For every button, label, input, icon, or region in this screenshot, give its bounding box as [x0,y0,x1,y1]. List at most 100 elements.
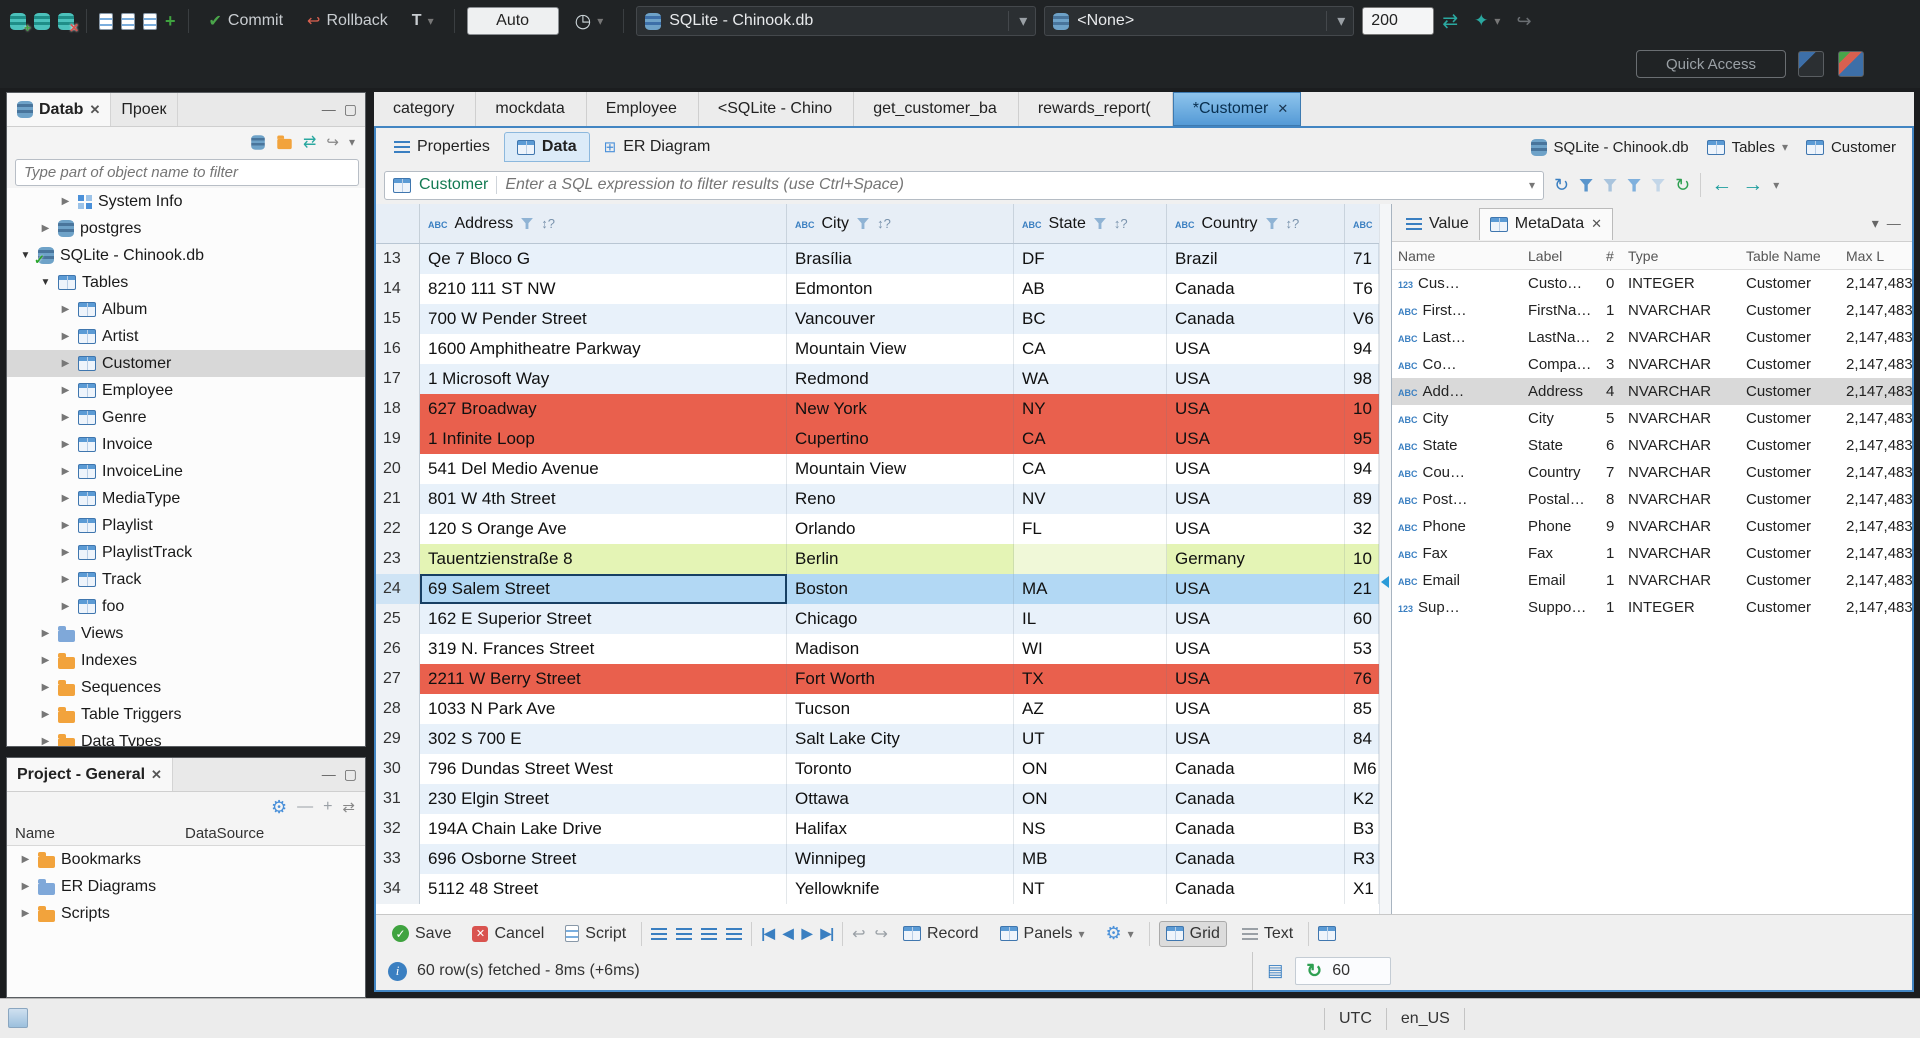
cell-postalcode-clipped[interactable]: 94 [1345,454,1379,484]
disconnect-icon[interactable]: ✕ [58,12,79,35]
cell-postalcode-clipped[interactable]: V6 [1345,304,1379,334]
cell-address[interactable]: 541 Del Medio Avenue [420,454,787,484]
cell-city[interactable]: Reno [787,484,1014,514]
metadata-table-cell[interactable]: Customer [1740,518,1840,535]
tree-item[interactable]: Playlist [7,512,365,539]
column-header-table-name[interactable]: Table Name [1740,248,1840,264]
tab-project-general[interactable]: Project - General ✕ [7,758,173,791]
cancel-button[interactable]: Cancel [466,922,550,946]
cell-postalcode-clipped[interactable]: 10 [1345,544,1379,574]
column-header-city[interactable]: City ↕? [787,204,1014,243]
close-icon[interactable]: ✕ [89,102,100,118]
metadata-label-cell[interactable]: Compa… [1522,356,1600,373]
row-number[interactable]: 30 [376,754,420,784]
column-header-label[interactable]: Label [1522,248,1600,264]
cell-postalcode-clipped[interactable]: 21 [1345,574,1379,604]
tree-item[interactable]: Genre [7,404,365,431]
cell-address[interactable]: 120 S Orange Ave [420,514,787,544]
cell-postalcode-clipped[interactable]: 89 [1345,484,1379,514]
expander-arrow-icon[interactable] [59,331,72,342]
cell-city[interactable]: Edmonton [787,274,1014,304]
cell-country[interactable]: USA [1167,724,1345,754]
cell-country[interactable]: USA [1167,424,1345,454]
cell-country[interactable]: Canada [1167,784,1345,814]
tree-item[interactable]: Scripts [7,900,365,927]
grid-corner-cell[interactable] [376,204,420,243]
locale-indicator[interactable]: en_US [1401,1010,1450,1028]
new-sql-editor-icon[interactable] [143,12,157,30]
row-number[interactable]: 28 [376,694,420,724]
editor-tab[interactable]: category [374,92,477,126]
metadata-maxlength-cell[interactable]: 2,147,483 [1840,545,1912,562]
metadata-type-cell[interactable]: INTEGER [1622,599,1740,616]
cell-state[interactable]: AZ [1014,694,1167,724]
cell-postalcode-clipped[interactable]: 95 [1345,424,1379,454]
remove-filter-icon[interactable] [1603,178,1618,192]
column-header-max-length[interactable]: Max L [1840,248,1912,264]
row-number[interactable]: 22 [376,514,420,544]
script-button[interactable]: Script [559,922,632,946]
editor-tab[interactable]: get_customer_ba [854,92,1019,126]
metadata-row[interactable]: Email Email 1 NVARCHAR Customer 2,147,48… [1392,567,1913,594]
metadata-name-cell[interactable]: Phone [1392,518,1522,535]
row-number[interactable]: 27 [376,664,420,694]
metadata-label-cell[interactable]: Fax [1522,545,1600,562]
tree-item[interactable]: Sequences [7,674,365,701]
expander-arrow-icon[interactable] [59,520,72,531]
cell-country[interactable]: Canada [1167,844,1345,874]
tree-item[interactable]: Track [7,566,365,593]
tree-item[interactable]: Tables [7,269,365,296]
panels-button[interactable]: Panels ▾ [994,922,1091,946]
cell-state[interactable]: FL [1014,514,1167,544]
tree-item[interactable]: Artist [7,323,365,350]
gear-icon[interactable]: ⚙ [271,797,287,818]
metadata-ordinal-cell[interactable]: 7 [1600,464,1622,481]
open-perspective-icon[interactable] [1798,51,1824,77]
cell-city[interactable]: Halifax [787,814,1014,844]
new-folder-icon[interactable] [277,135,292,150]
metadata-table-cell[interactable]: Customer [1740,437,1840,454]
cell-postalcode-clipped[interactable]: T6 [1345,274,1379,304]
metadata-maxlength-cell[interactable]: 2,147,483 [1840,410,1912,427]
dbeaver-perspective-icon[interactable] [1838,51,1864,77]
tree-item[interactable]: PlaylistTrack [7,539,365,566]
cell-postalcode-clipped[interactable]: M6 [1345,754,1379,784]
metadata-label-cell[interactable]: City [1522,410,1600,427]
row-number[interactable]: 34 [376,874,420,904]
fetch-next-page-icon[interactable]: ↩ [852,924,865,944]
metadata-maxlength-cell[interactable]: 2,147,483 [1840,329,1912,346]
cell-country[interactable]: USA [1167,514,1345,544]
metadata-type-cell[interactable]: NVARCHAR [1622,491,1740,508]
row-number[interactable]: 26 [376,634,420,664]
metadata-type-cell[interactable]: NVARCHAR [1622,518,1740,535]
cell-city[interactable]: Yellowknife [787,874,1014,904]
expander-arrow-icon[interactable] [39,628,52,639]
cell-address[interactable]: 194A Chain Lake Drive [420,814,787,844]
cell-address[interactable]: Qe 7 Bloco G [420,244,787,274]
expander-arrow-icon[interactable] [19,250,32,261]
expander-arrow-icon[interactable] [39,655,52,666]
cell-postalcode-clipped[interactable]: 60 [1345,604,1379,634]
metadata-ordinal-cell[interactable]: 6 [1600,437,1622,454]
metadata-maxlength-cell[interactable]: 2,147,483 [1840,383,1912,400]
metadata-type-cell[interactable]: NVARCHAR [1622,383,1740,400]
rollback-button[interactable]: ↩ Rollback [299,7,396,35]
add-row-icon[interactable] [676,927,693,940]
cell-city[interactable]: Vancouver [787,304,1014,334]
cell-city[interactable]: Madison [787,634,1014,664]
metadata-row[interactable]: Sup… Suppo… 1 INTEGER Customer 2,147,483 [1392,594,1912,621]
column-header-name[interactable]: Name [1392,248,1522,264]
tree-item[interactable]: InvoiceLine [7,458,365,485]
cell-address[interactable]: 796 Dundas Street West [420,754,787,784]
editor-tab[interactable]: <SQLite - Chino [699,92,855,126]
cell-country[interactable]: USA [1167,694,1345,724]
quick-access-button[interactable]: Quick Access [1636,50,1786,78]
sort-icon[interactable]: ↕? [541,216,555,231]
metadata-label-cell[interactable]: Phone [1522,518,1600,535]
cell-state[interactable]: NT [1014,874,1167,904]
expand-all-icon[interactable]: + [323,798,332,816]
metadata-ordinal-cell[interactable]: 0 [1600,275,1622,292]
cell-city[interactable]: Chicago [787,604,1014,634]
cell-state[interactable]: WI [1014,634,1167,664]
metadata-type-cell[interactable]: NVARCHAR [1622,356,1740,373]
